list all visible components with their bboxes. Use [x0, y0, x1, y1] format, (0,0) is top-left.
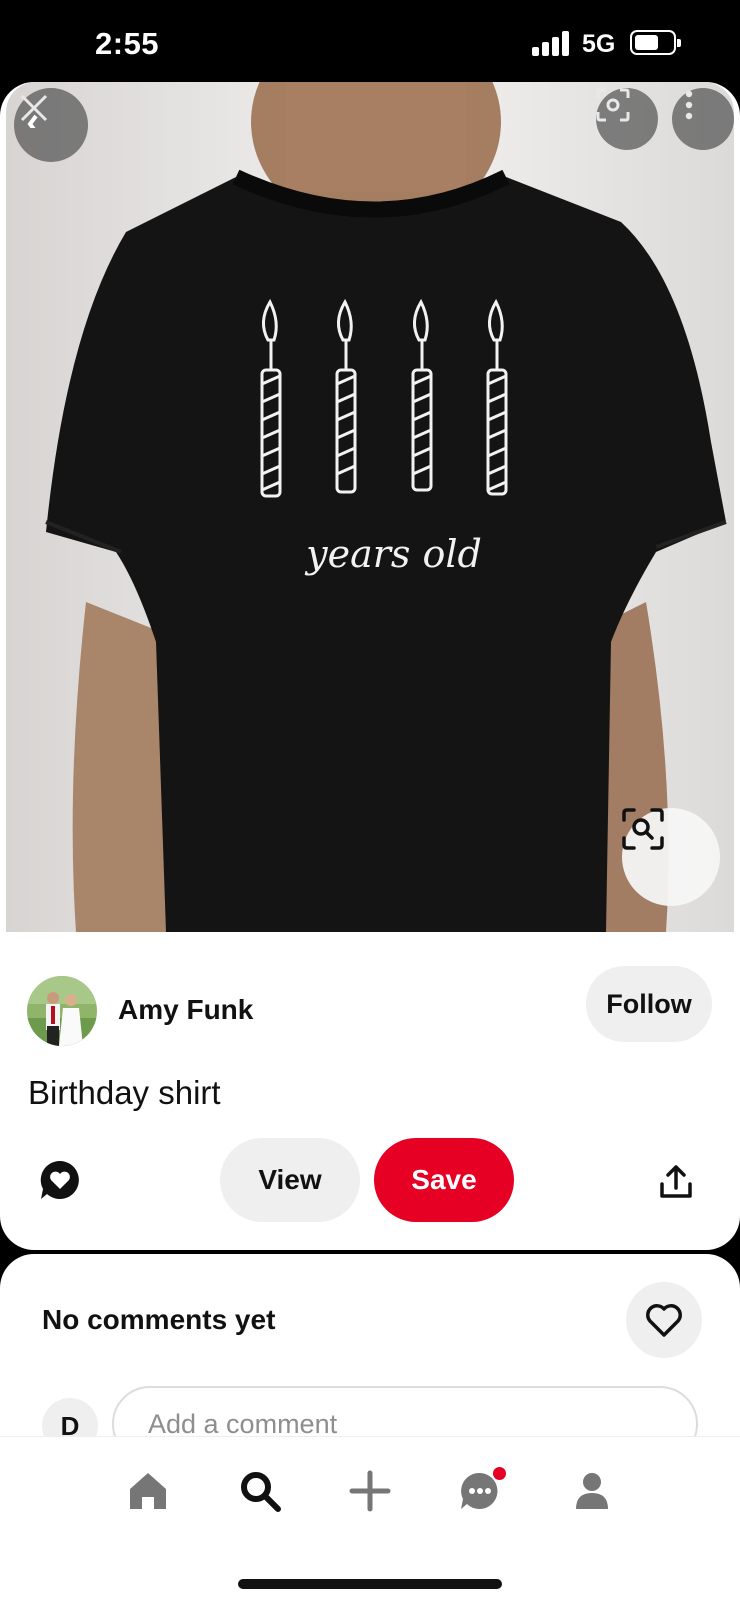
lens-icon [596, 88, 630, 122]
pin-card: years old Amy Funk Follow Birthday shirt… [0, 82, 740, 1250]
view-button[interactable]: View [220, 1138, 360, 1222]
close-icon [20, 94, 48, 128]
follow-button[interactable]: Follow [586, 966, 712, 1042]
visual-search-button[interactable] [622, 808, 720, 906]
plus-icon [349, 1470, 391, 1512]
search-icon [241, 1472, 281, 1512]
save-button[interactable]: Save [374, 1138, 514, 1222]
more-options-icon [685, 90, 693, 120]
nav-home[interactable] [118, 1461, 178, 1521]
network-type: 5G [582, 30, 616, 58]
action-row: View Save [0, 1138, 740, 1224]
close-button[interactable] [14, 88, 88, 162]
nav-profile[interactable] [562, 1461, 622, 1521]
home-icon [130, 1473, 166, 1509]
pin-image[interactable]: years old [6, 82, 734, 932]
profile-icon [576, 1473, 608, 1509]
creator-avatar[interactable] [27, 976, 97, 1046]
status-bar: 2:55 5G [0, 0, 740, 82]
comment-button[interactable] [34, 1154, 86, 1206]
heart-icon [646, 1304, 682, 1337]
avatar-photo [27, 976, 97, 1046]
shirt-print-text: years old [304, 532, 482, 576]
nav-messages[interactable] [450, 1461, 510, 1521]
comment-heart-icon [40, 1160, 79, 1199]
nav-create[interactable] [340, 1461, 400, 1521]
pin-title: Birthday shirt [28, 1074, 221, 1111]
cellular-signal-icon [532, 30, 572, 56]
share-icon [660, 1165, 692, 1198]
like-button[interactable] [626, 1282, 702, 1358]
share-button[interactable] [650, 1156, 702, 1208]
bottom-nav [0, 1436, 740, 1600]
more-options-button[interactable] [672, 88, 734, 150]
battery-icon [630, 30, 681, 55]
shirt-photo: years old [45, 82, 727, 932]
creator-name[interactable]: Amy Funk [118, 994, 253, 1026]
lens-button[interactable] [596, 88, 658, 150]
comments-header: No comments yet [42, 1304, 276, 1335]
home-indicator [238, 1579, 502, 1589]
visual-search-icon [622, 808, 664, 850]
notification-dot [493, 1467, 506, 1480]
status-time: 2:55 [95, 26, 160, 61]
creator-row: Amy Funk Follow [0, 966, 740, 1056]
nav-search[interactable] [230, 1461, 290, 1521]
